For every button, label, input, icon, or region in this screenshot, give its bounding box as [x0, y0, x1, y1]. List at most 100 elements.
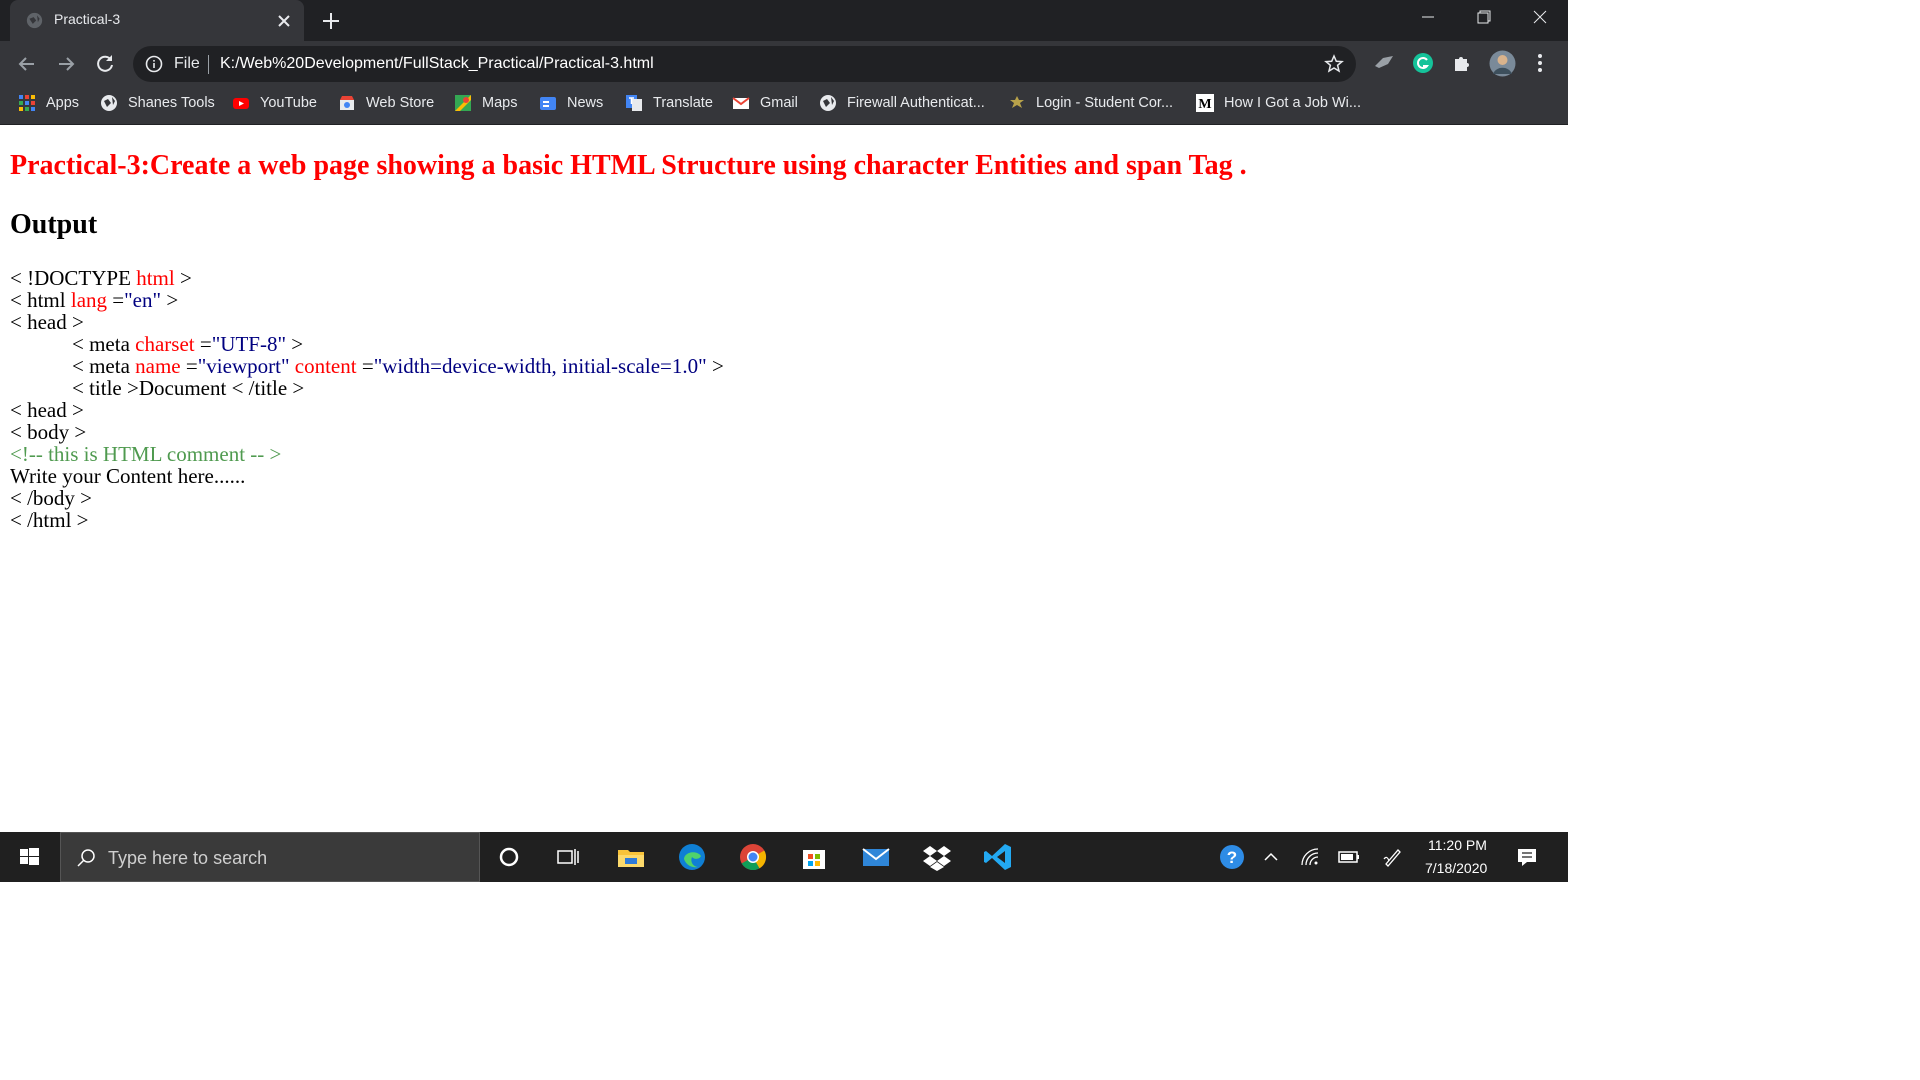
notification-icon[interactable] [1515, 845, 1539, 869]
browser-toolbar: File K:/Web%20Development/FullStack_Prac… [0, 41, 1568, 86]
code-line-head-open: < head > [10, 310, 84, 334]
code-text: = [107, 288, 125, 312]
bookmark-maps[interactable]: Maps [454, 86, 517, 119]
pen-icon[interactable] [1381, 845, 1405, 869]
address-bar[interactable]: File K:/Web%20Development/FullStack_Prac… [133, 46, 1356, 82]
extensions-puzzle-icon[interactable] [1451, 52, 1473, 74]
bookmark-gmail[interactable]: Gmail [732, 86, 798, 119]
code-line-html-close: < /html > [10, 508, 89, 532]
bookmarks-bar: Apps Shanes Tools YouTube Web Store Maps… [0, 86, 1568, 125]
code-line-html: < html lang ="en" > [10, 289, 724, 311]
bookmark-login[interactable]: Login - Student Cor... [1008, 86, 1173, 119]
search-icon [77, 849, 95, 867]
bookmark-label: How I Got a Job Wi... [1224, 94, 1361, 111]
bookmark-star-icon[interactable] [1324, 54, 1344, 74]
output-title: Output [10, 209, 98, 240]
mail-icon[interactable] [860, 841, 892, 873]
code-value: "en" [124, 288, 162, 312]
code-text: < meta [72, 332, 136, 356]
url-scheme-label: File [174, 55, 200, 72]
code-value: "UTF-8" [211, 332, 287, 356]
code-text: = [194, 332, 212, 356]
info-icon[interactable] [145, 55, 163, 73]
profile-avatar-icon[interactable] [1489, 50, 1516, 77]
bookmark-web-store[interactable]: Web Store [338, 86, 434, 119]
code-line-head-close: < head > [10, 398, 84, 422]
bookmark-news[interactable]: News [539, 86, 603, 119]
wifi-icon[interactable] [1298, 845, 1322, 869]
forward-arrow-icon[interactable] [53, 51, 79, 77]
bookmark-label: YouTube [260, 94, 317, 111]
new-tab-icon[interactable] [319, 9, 343, 33]
window-close-icon[interactable] [1512, 0, 1568, 34]
bookmark-medium[interactable]: M How I Got a Job Wi... [1196, 86, 1361, 119]
code-text: > [286, 332, 304, 356]
globe-icon [820, 94, 836, 111]
bookmark-label: Login - Student Cor... [1036, 94, 1174, 111]
code-line-body-close: < /body > [10, 486, 93, 510]
bookmark-label: Gmail [760, 94, 798, 111]
code-block: < !DOCTYPE html > < html lang ="en" > < … [10, 267, 724, 531]
close-icon[interactable] [274, 11, 294, 31]
code-line-title: < title >Document < /title > [72, 376, 305, 400]
bookmark-shanes-tools[interactable]: Shanes Tools [100, 86, 215, 119]
gmail-icon [732, 96, 750, 109]
code-attribute: charset [135, 332, 195, 356]
news-icon [540, 96, 556, 110]
code-line-content: Write your Content here...... [10, 464, 246, 488]
page-content: Practical-3:Create a web page showing a … [0, 126, 1568, 832]
code-value: "width=device-width, initial-scale=1.0" [373, 354, 707, 378]
bookmark-apps[interactable]: Apps [18, 86, 79, 119]
url-text[interactable]: K:/Web%20Development/FullStack_Practical… [220, 55, 654, 73]
login-icon [1010, 95, 1024, 108]
code-attribute: lang [70, 288, 108, 312]
bookmark-firewall[interactable]: Firewall Authenticat... [819, 86, 985, 119]
bookmark-label: Translate [653, 94, 713, 111]
microsoft-store-icon[interactable] [798, 841, 830, 873]
taskbar-search-box[interactable]: Type here to search [60, 832, 480, 882]
chevron-up-icon[interactable] [1259, 845, 1283, 869]
search-placeholder: Type here to search [108, 848, 268, 868]
edge-icon[interactable] [676, 841, 708, 873]
cortana-icon[interactable] [493, 841, 525, 873]
code-line-meta-charset: < meta charset ="UTF-8" > [10, 333, 724, 355]
web-store-icon [340, 95, 354, 110]
tab-title: Practical-3 [54, 11, 121, 27]
code-line-doctype: < !DOCTYPE html > [10, 267, 724, 289]
code-text: = [180, 354, 198, 378]
bookmark-label: Apps [46, 94, 80, 111]
more-menu-icon[interactable] [1529, 52, 1551, 74]
code-attribute: name [135, 354, 181, 378]
grammarly-icon[interactable] [1412, 52, 1434, 74]
help-icon[interactable]: ? [1218, 843, 1246, 871]
minimize-icon[interactable] [1400, 0, 1456, 34]
reload-icon[interactable] [92, 51, 118, 77]
clock-time[interactable]: 11:20 PM [1428, 837, 1487, 853]
svg-text:M: M [1198, 97, 1211, 112]
divider [208, 55, 209, 74]
code-text: < html [10, 288, 71, 312]
code-text: < meta [72, 354, 136, 378]
code-line-comment: <!-- this is HTML comment -- > [10, 442, 282, 466]
battery-icon[interactable] [1337, 845, 1361, 869]
clock-date[interactable]: 7/18/2020 [1425, 860, 1487, 876]
restore-icon[interactable] [1455, 0, 1511, 34]
file-explorer-icon[interactable] [615, 841, 647, 873]
windows-start-icon[interactable] [0, 832, 58, 882]
task-view-icon[interactable] [552, 841, 584, 873]
code-line-body-open: < body > [10, 420, 87, 444]
windows-taskbar: Type here to search ? 11:20 PM 7/18/2020 [0, 832, 1568, 882]
bookmark-translate[interactable]: Translate [625, 86, 713, 119]
code-value: "viewport" [197, 354, 290, 378]
bookmark-label: News [567, 94, 604, 111]
vscode-icon[interactable] [982, 841, 1014, 873]
bookmark-youtube[interactable]: YouTube [232, 86, 317, 119]
extension-bird-icon[interactable] [1373, 52, 1395, 74]
youtube-icon [233, 97, 249, 109]
back-arrow-icon[interactable] [14, 51, 40, 77]
code-text: > [706, 354, 724, 378]
bookmark-label: Maps [482, 94, 518, 111]
dropbox-icon[interactable] [921, 841, 953, 873]
tab-practical-3[interactable]: Practical-3 [10, 0, 304, 41]
chrome-icon[interactable] [737, 841, 769, 873]
